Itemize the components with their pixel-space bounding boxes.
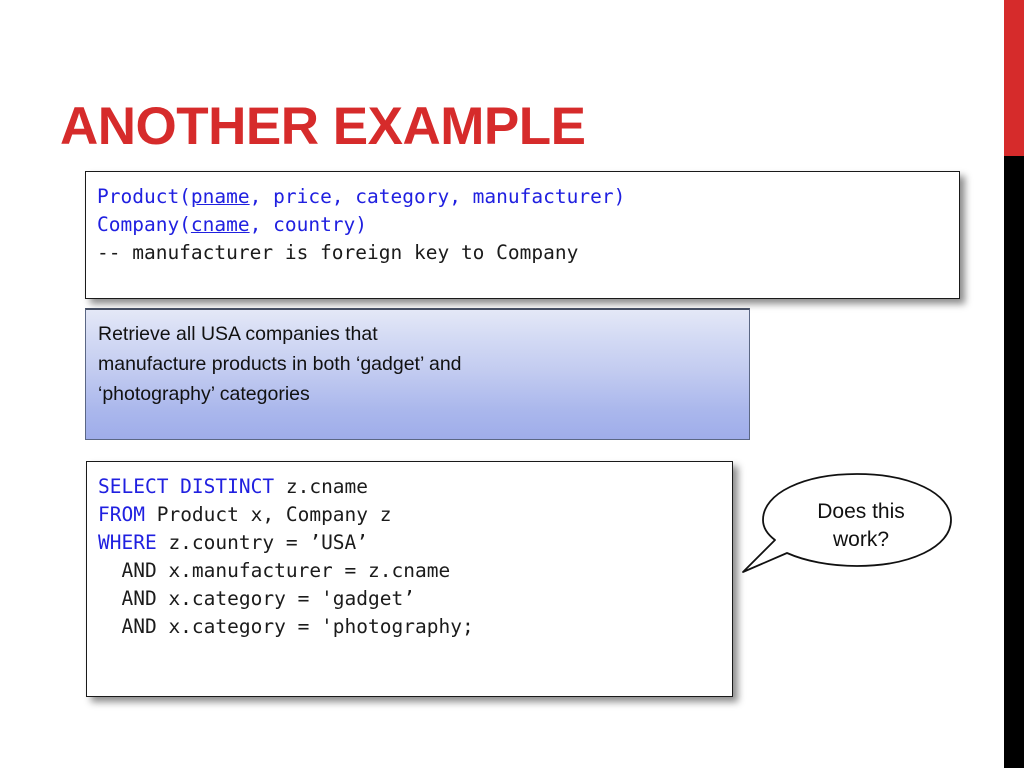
speech-bubble: Does this work? bbox=[735, 468, 965, 583]
schema-declaration-box: Product(pname, price, category, manufact… bbox=[85, 171, 960, 299]
schema-code-text: Product(pname, price, category, manufact… bbox=[86, 172, 959, 267]
sql-code-text: SELECT DISTINCT z.cname FROM Product x, … bbox=[87, 462, 732, 641]
schema-line2-part2: , country) bbox=[249, 213, 368, 236]
schema-line1-part1: Product( bbox=[97, 185, 191, 208]
sql-select-list: z.cname bbox=[274, 475, 369, 498]
sql-and-condition-1: AND x.manufacturer = z.cname bbox=[98, 559, 451, 582]
sql-query-box: SELECT DISTINCT z.cname FROM Product x, … bbox=[86, 461, 733, 697]
sql-keyword-select-distinct: SELECT DISTINCT bbox=[98, 475, 275, 498]
sql-keyword-where: WHERE bbox=[98, 531, 157, 554]
schema-line2-primary-key: cname bbox=[190, 213, 250, 236]
sql-from-list: Product x, Company z bbox=[144, 503, 392, 526]
sql-and-condition-3: AND x.category = 'photography; bbox=[98, 615, 474, 638]
edge-bar-black bbox=[1004, 156, 1024, 768]
schema-line2-part1: Company( bbox=[97, 213, 191, 236]
sql-where-condition: z.country = ’USA’ bbox=[156, 531, 369, 554]
speech-bubble-text: Does this work? bbox=[817, 500, 905, 551]
question-prompt-text: Retrieve all USA companies that manufact… bbox=[98, 323, 462, 405]
edge-bar-red bbox=[1004, 0, 1024, 156]
schema-line1-part2: , price, category, manufacturer) bbox=[249, 185, 626, 208]
sql-keyword-from: FROM bbox=[98, 503, 145, 526]
question-prompt-box: Retrieve all USA companies that manufact… bbox=[85, 308, 750, 440]
schema-comment-line: -- manufacturer is foreign key to Compan… bbox=[97, 241, 579, 264]
sql-and-condition-2: AND x.category = 'gadget’ bbox=[98, 587, 415, 610]
page-title: ANOTHER EXAMPLE bbox=[60, 97, 586, 156]
schema-line1-primary-key: pname bbox=[190, 185, 250, 208]
